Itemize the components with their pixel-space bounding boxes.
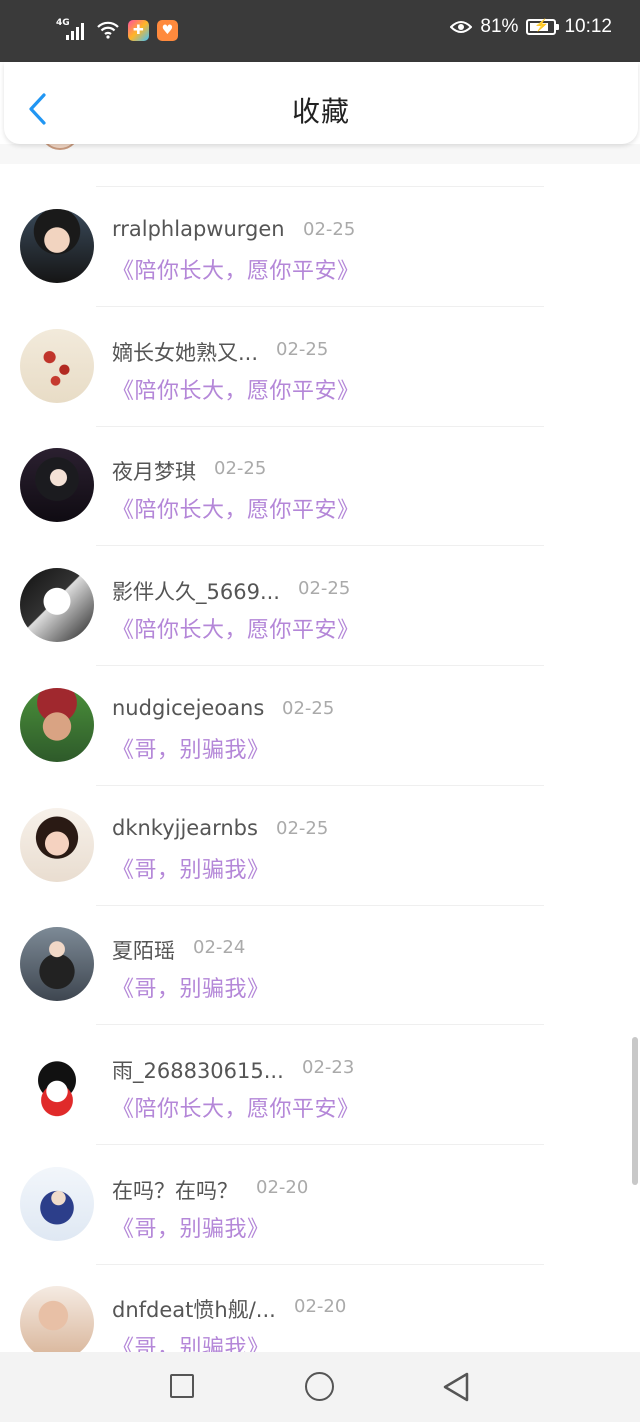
book-title-link[interactable]: 《陪你长大，愿你平安》 — [112, 253, 360, 285]
item-date: 02-25 — [303, 219, 356, 240]
battery-percent: 81% — [480, 16, 519, 37]
page-title: 收藏 — [291, 95, 350, 128]
book-title-link[interactable]: 《哥，别骗我》 — [112, 732, 270, 764]
page-header: 收藏 — [4, 62, 638, 144]
avatar[interactable] — [20, 328, 94, 403]
avatar[interactable] — [20, 568, 94, 643]
app-notification-icon: ♥ — [157, 19, 178, 41]
book-title-link[interactable]: 《陪你长大，愿你平安》 — [112, 612, 360, 644]
scrollbar[interactable] — [632, 1037, 638, 1185]
item-date: 02-24 — [193, 937, 246, 959]
eye-comfort-icon — [450, 21, 473, 33]
item-date: 02-20 — [256, 1176, 309, 1198]
item-date: 02-25 — [282, 697, 335, 719]
user-name: 嫡长女她熟又... — [112, 340, 259, 365]
list-item[interactable]: 夏陌瑶 02-24 《哥，别骗我》 — [0, 905, 640, 1026]
triangle-back-icon[interactable] — [441, 1372, 471, 1402]
avatar[interactable] — [20, 1166, 94, 1241]
book-title-link[interactable]: 《陪你长大，愿你平安》 — [112, 373, 360, 405]
item-date: 02-25 — [276, 817, 329, 839]
clock: 10:12 — [564, 16, 612, 37]
item-date: 02-20 — [294, 1296, 347, 1318]
user-name: dnfdeat愤h舰/... — [112, 1298, 276, 1323]
user-name: rralphlapwurgen — [112, 217, 285, 241]
list-item[interactable]: 雨_268830615... 02-23 《陪你长大，愿你平安》 — [0, 1025, 640, 1145]
item-date: 02-25 — [276, 338, 329, 360]
book-title-link[interactable]: 《陪你长大，愿你平安》 — [112, 492, 360, 524]
list-item[interactable]: 影伴人久_5669... 02-25 《陪你长大，愿你平安》 — [0, 546, 640, 667]
item-date: 02-25 — [214, 458, 267, 480]
user-name: dknkyjjearnbs — [112, 815, 258, 840]
system-nav-bar — [0, 1352, 640, 1422]
book-title-link[interactable]: 《哥，别骗我》 — [112, 1330, 270, 1352]
book-title-link[interactable]: 《哥，别骗我》 — [112, 1211, 270, 1243]
avatar[interactable] — [20, 1046, 94, 1121]
wifi-icon — [97, 21, 119, 39]
cellular-signal-icon: 4G — [56, 18, 88, 42]
avatar[interactable] — [20, 807, 94, 882]
status-left: 4G ✚ ♥ — [56, 18, 178, 42]
avatar[interactable] — [20, 687, 94, 762]
square-icon[interactable] — [170, 1374, 194, 1398]
avatar[interactable] — [20, 209, 94, 283]
book-title-link[interactable]: 《陪你长大，愿你平安》 — [112, 1091, 360, 1123]
status-bar: 4G ✚ ♥ 81% ⚡ 10:12 — [0, 0, 640, 62]
book-title-link[interactable]: 《哥，别骗我》 — [112, 852, 270, 884]
list-item[interactable]: nudgicejeoans 02-25 《哥，别骗我》 — [0, 666, 640, 786]
list-item[interactable]: dknkyjjearnbs 02-25 《哥，别骗我》 — [0, 786, 640, 906]
avatar — [40, 144, 80, 150]
user-name: 影伴人久_5669... — [112, 580, 280, 605]
user-name: nudgicejeoans — [112, 695, 265, 720]
battery-icon: ⚡ — [526, 18, 560, 35]
favorites-list[interactable]: rralphlapwurgen 02-25 《陪你长大，愿你平安》 嫡长女她熟又...… — [0, 144, 640, 1352]
app-notification-icon: ✚ — [128, 19, 149, 41]
list-item[interactable]: rralphlapwurgen 02-25 《陪你长大，愿你平安》 — [0, 187, 640, 307]
item-date: 02-25 — [298, 578, 351, 600]
user-name: 夜月梦琪 — [112, 460, 196, 485]
list-item[interactable]: 夜月梦琪 02-25 《陪你长大，愿你平安》 — [0, 426, 640, 547]
book-title-link[interactable]: 《哥，别骗我》 — [112, 971, 270, 1003]
list-item[interactable]: 在吗？在吗？ 02-20 《哥，别骗我》 — [0, 1145, 640, 1265]
status-right: 81% ⚡ 10:12 — [450, 16, 612, 38]
list-item[interactable]: dnfdeat愤h舰/... 02-20 《哥，别骗我》 — [0, 1264, 640, 1352]
list-item-partial — [0, 144, 640, 164]
list-item[interactable]: 嫡长女她熟又... 02-25 《陪你长大，愿你平安》 — [0, 307, 640, 427]
circle-icon[interactable] — [305, 1372, 334, 1401]
user-name: 夏陌瑶 — [112, 939, 175, 964]
avatar[interactable] — [20, 927, 94, 1002]
avatar[interactable] — [20, 448, 94, 523]
user-name: 雨_268830615... — [112, 1058, 284, 1083]
item-date: 02-23 — [302, 1056, 355, 1078]
avatar[interactable] — [20, 1286, 94, 1352]
user-name: 在吗？在吗？ — [112, 1178, 238, 1203]
